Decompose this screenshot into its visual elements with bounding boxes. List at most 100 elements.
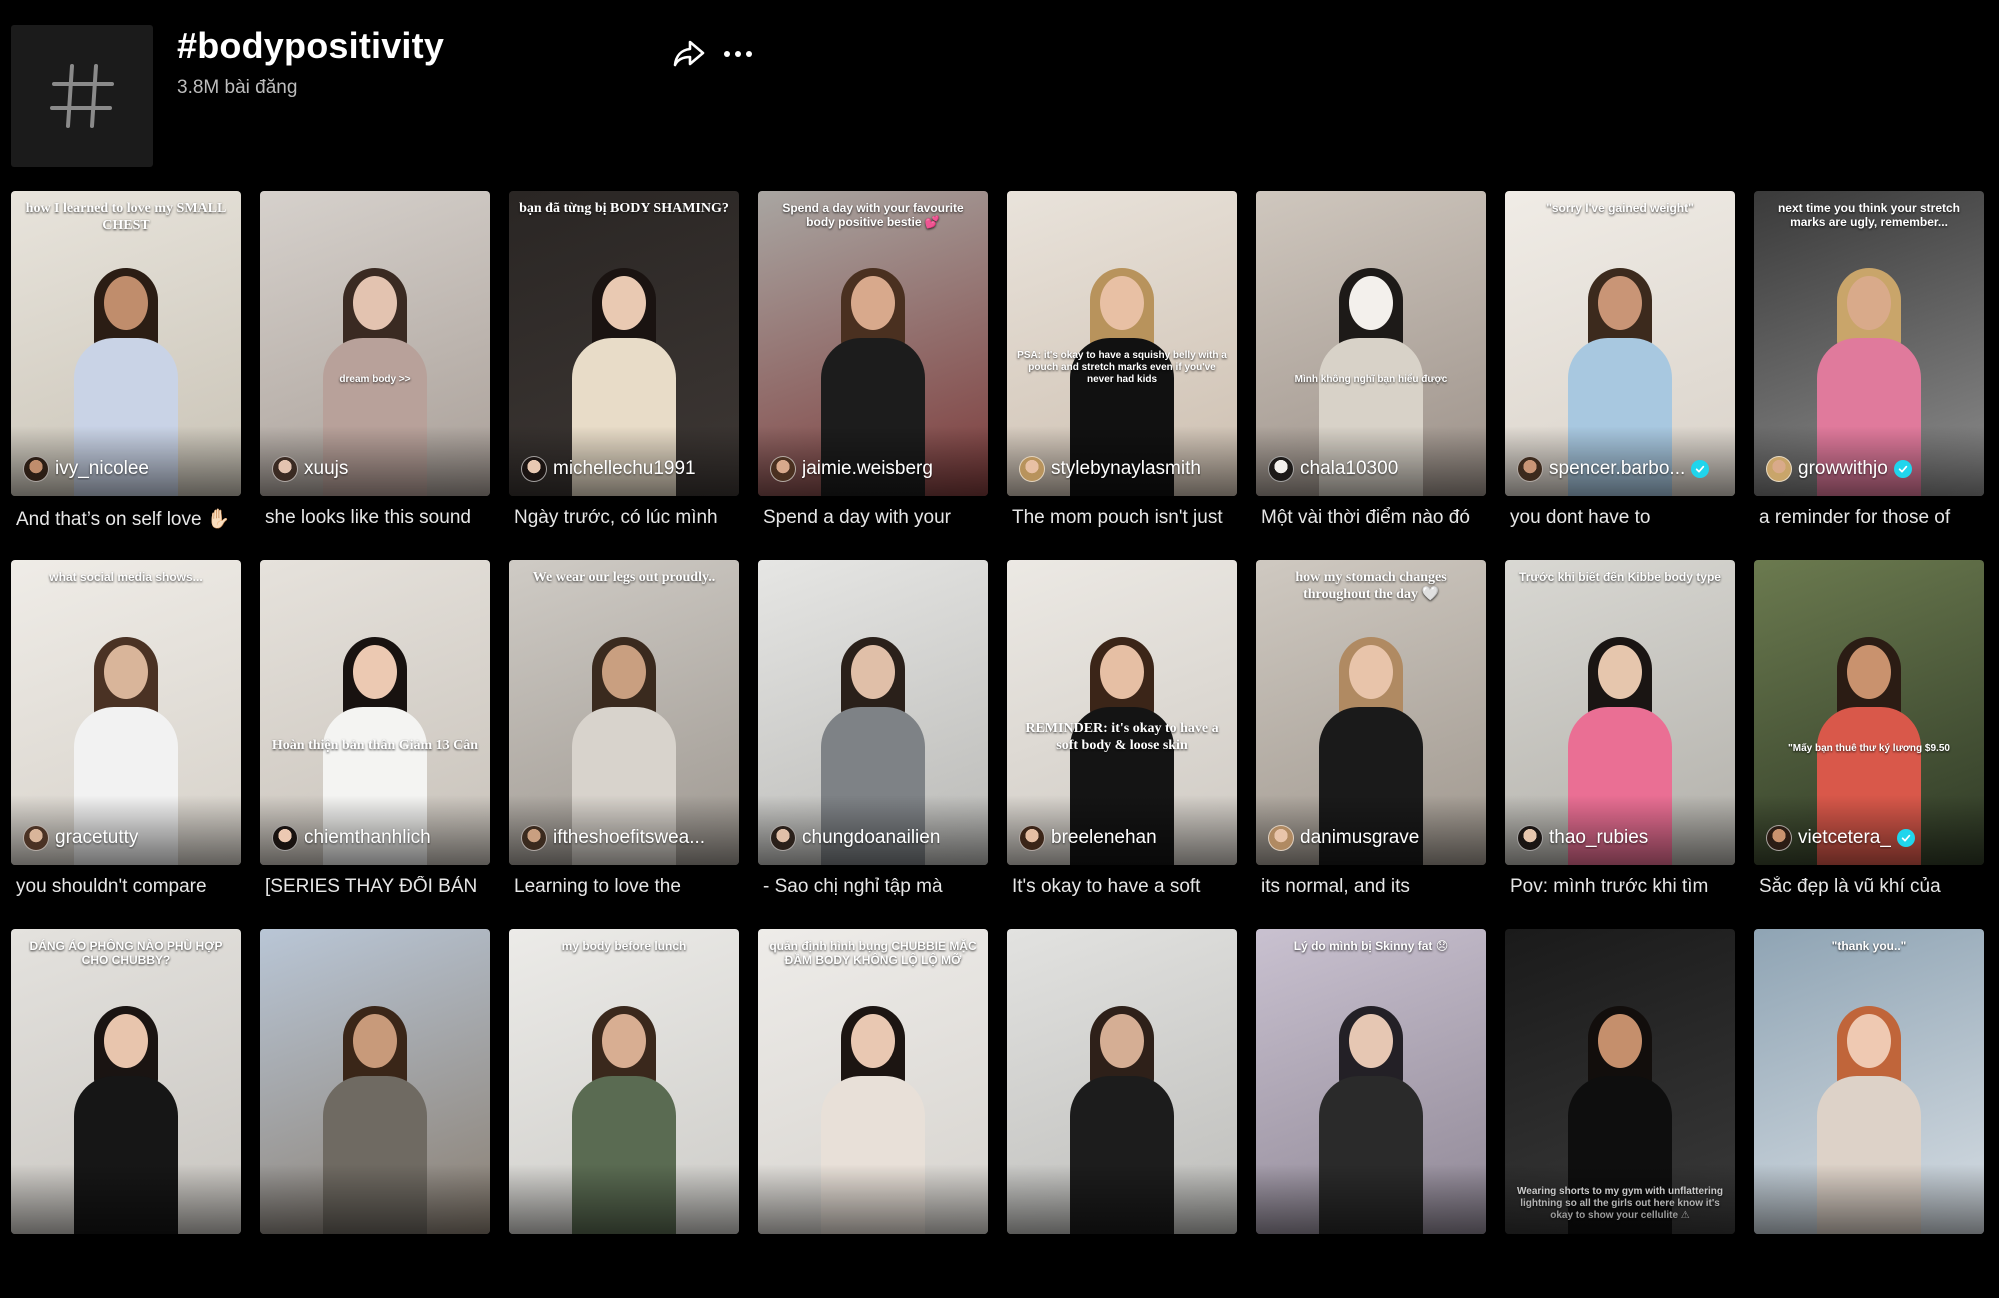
video-thumbnail[interactable]: We wear our legs out proudly.. iftheshoef… xyxy=(509,560,739,865)
video-card: how my stomach changes throughout the da… xyxy=(1256,560,1486,929)
avatar[interactable] xyxy=(1766,825,1792,851)
creator-username[interactable]: thao_rubies xyxy=(1549,827,1648,849)
avatar[interactable] xyxy=(1019,825,1045,851)
video-caption[interactable]: Ngày trước, có lúc mình xyxy=(514,507,739,529)
figure-head xyxy=(104,645,148,699)
hashtag-title: #bodypositivity xyxy=(177,25,445,66)
video-thumbnail[interactable]: Wearing shorts to my gym with unflatteri… xyxy=(1505,929,1735,1234)
figure-head xyxy=(1598,1014,1642,1068)
creator-username[interactable]: ivy_nicolee xyxy=(55,458,149,480)
thumbnail-overlay-text: PSA: it's okay to have a squishy belly w… xyxy=(1017,350,1227,385)
video-card: what social media shows... gracetutty you … xyxy=(11,560,241,929)
video-thumbnail[interactable]: "Mấy bạn thuê thư ký lương $9.50 vietcete… xyxy=(1754,560,1984,865)
avatar[interactable] xyxy=(1019,456,1045,482)
avatar[interactable] xyxy=(1517,456,1543,482)
avatar[interactable] xyxy=(272,456,298,482)
video-thumbnail[interactable]: PSA: it's okay to have a squishy belly w… xyxy=(1007,191,1237,496)
video-thumbnail[interactable]: chungdoanailien xyxy=(758,560,988,865)
creator-username[interactable]: danimusgrave xyxy=(1300,827,1419,849)
video-card: chungdoanailien - Sao chị nghỉ tập mà xyxy=(758,560,988,929)
figure-head xyxy=(353,1014,397,1068)
creator-username[interactable]: growwithjo xyxy=(1798,458,1888,480)
video-thumbnail[interactable]: bạn đã từng bị BODY SHAMING? michellechu1… xyxy=(509,191,739,496)
creator-username[interactable]: spencer.barbo... xyxy=(1549,458,1685,480)
video-thumbnail[interactable]: Lý do mình bị Skinny fat 😞 xyxy=(1256,929,1486,1234)
video-caption[interactable]: The mom pouch isn't just xyxy=(1012,507,1237,529)
creator-username[interactable]: iftheshoefitswea... xyxy=(553,827,705,849)
video-caption[interactable]: Sắc đẹp là vũ khí của xyxy=(1759,876,1984,898)
avatar[interactable] xyxy=(23,825,49,851)
avatar[interactable] xyxy=(1766,456,1792,482)
figure-head xyxy=(1847,276,1891,330)
video-thumbnail[interactable]: DÁNG ÁO PHÔNG NÀO PHÙ HỢP CHO CHUBBY? xyxy=(11,929,241,1234)
video-caption[interactable]: Pov: mình trước khi tìm xyxy=(1510,876,1735,898)
video-card: dream body >> xuujs she looks like this so… xyxy=(260,191,490,560)
video-caption[interactable]: Learning to love the xyxy=(514,876,739,898)
video-thumbnail[interactable]: how my stomach changes throughout the da… xyxy=(1256,560,1486,865)
video-caption[interactable]: [SERIES THAY ĐỔI BẢN xyxy=(265,876,490,898)
video-card: my body before lunch xyxy=(509,929,739,1298)
video-caption[interactable]: you shouldn't compare xyxy=(16,876,241,898)
video-thumbnail[interactable]: next time you think your stretch marks a… xyxy=(1754,191,1984,496)
video-thumbnail[interactable]: Mình không nghĩ bạn hiểu được chala10300 xyxy=(1256,191,1486,496)
video-thumbnail[interactable] xyxy=(1007,929,1237,1234)
video-thumbnail[interactable]: Trước khi biết đến Kibbe body type thao_r… xyxy=(1505,560,1735,865)
video-caption[interactable]: a reminder for those of xyxy=(1759,507,1984,529)
thumbnail-shade xyxy=(1007,1164,1237,1234)
creator-row: stylebynaylasmith xyxy=(1019,456,1229,482)
video-card: bạn đã từng bị BODY SHAMING? michellechu1… xyxy=(509,191,739,560)
figure-head xyxy=(1100,276,1144,330)
video-caption[interactable]: you dont have to xyxy=(1510,507,1735,529)
figure-head xyxy=(104,276,148,330)
video-thumbnail[interactable]: what social media shows... gracetutty xyxy=(11,560,241,865)
video-thumbnail[interactable]: quản định hình bụng CHUBBIE MẶC ĐẦM BODY… xyxy=(758,929,988,1234)
video-thumbnail[interactable]: "sorry I've gained weight" spencer.barbo.… xyxy=(1505,191,1735,496)
video-thumbnail[interactable]: my body before lunch xyxy=(509,929,739,1234)
video-thumbnail[interactable]: "thank you.." xyxy=(1754,929,1984,1234)
avatar[interactable] xyxy=(272,825,298,851)
creator-username[interactable]: michellechu1991 xyxy=(553,458,696,480)
avatar[interactable] xyxy=(1268,456,1294,482)
avatar[interactable] xyxy=(1268,825,1294,851)
video-thumbnail[interactable]: how I learned to love my SMALL CHEST ivy_… xyxy=(11,191,241,496)
thumbnail-overlay-text: Trước khi biết đến Kibbe body type xyxy=(1519,570,1721,584)
video-card: Lý do mình bị Skinny fat 😞 xyxy=(1256,929,1486,1298)
creator-username[interactable]: chungdoanailien xyxy=(802,827,940,849)
video-caption[interactable]: And that’s on self love ✋🏻 xyxy=(16,507,241,531)
avatar[interactable] xyxy=(23,456,49,482)
avatar[interactable] xyxy=(770,456,796,482)
creator-username[interactable]: stylebynaylasmith xyxy=(1051,458,1201,480)
video-card: REMINDER: it's okay to have a soft body … xyxy=(1007,560,1237,929)
creator-username[interactable]: xuujs xyxy=(304,458,348,480)
avatar[interactable] xyxy=(770,825,796,851)
video-thumbnail[interactable] xyxy=(260,929,490,1234)
creator-row: chungdoanailien xyxy=(770,825,980,851)
video-thumbnail[interactable]: Hoàn thiện bản thân Giảm 13 Cân chiemthan… xyxy=(260,560,490,865)
creator-username[interactable]: chiemthanhlich xyxy=(304,827,431,849)
creator-row: breelenehan xyxy=(1019,825,1229,851)
avatar[interactable] xyxy=(521,456,547,482)
creator-username[interactable]: vietcetera_ xyxy=(1798,827,1891,849)
share-button[interactable] xyxy=(671,38,707,70)
video-thumbnail[interactable]: Spend a day with your favourite body pos… xyxy=(758,191,988,496)
more-options-button[interactable] xyxy=(721,38,755,70)
ellipsis-icon xyxy=(724,51,752,57)
verified-check-icon xyxy=(1896,829,1915,847)
creator-username[interactable]: jaimie.weisberg xyxy=(802,458,933,480)
video-thumbnail[interactable]: dream body >> xuujs xyxy=(260,191,490,496)
video-caption[interactable]: Một vài thời điểm nào đó xyxy=(1261,507,1486,529)
avatar[interactable] xyxy=(521,825,547,851)
video-thumbnail[interactable]: REMINDER: it's okay to have a soft body … xyxy=(1007,560,1237,865)
video-caption[interactable]: its normal, and its xyxy=(1261,876,1486,898)
video-caption[interactable]: - Sao chị nghỉ tập mà xyxy=(763,876,988,898)
video-caption[interactable]: she looks like this sound xyxy=(265,507,490,529)
video-caption[interactable]: Spend a day with your xyxy=(763,507,988,529)
avatar[interactable] xyxy=(1517,825,1543,851)
creator-username[interactable]: breelenehan xyxy=(1051,827,1157,849)
creator-username[interactable]: gracetutty xyxy=(55,827,138,849)
video-caption[interactable]: It's okay to have a soft xyxy=(1012,876,1237,898)
creator-username[interactable]: chala10300 xyxy=(1300,458,1398,480)
figure-head xyxy=(1598,645,1642,699)
thumbnail-shade xyxy=(758,1164,988,1234)
thumbnail-overlay-text: how my stomach changes throughout the da… xyxy=(1295,570,1447,602)
